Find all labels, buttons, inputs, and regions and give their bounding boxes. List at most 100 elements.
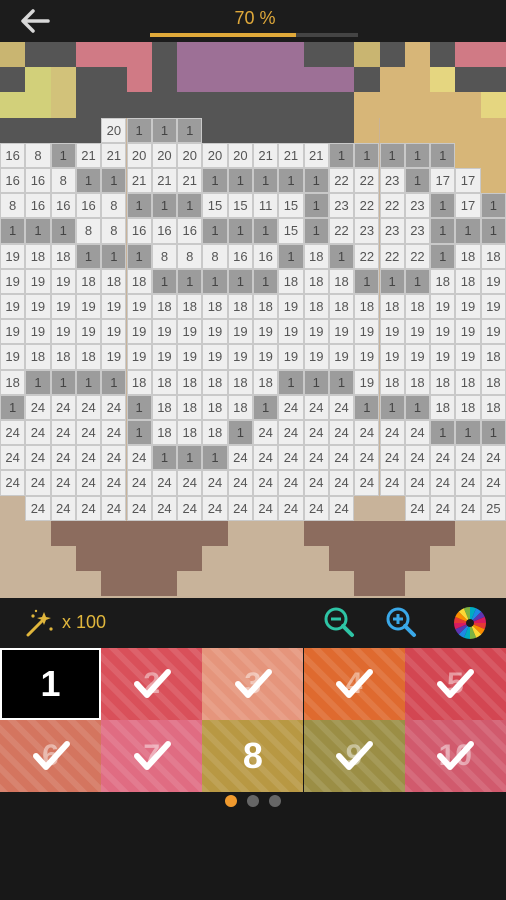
numbered-pixel-cell[interactable]: 24 — [101, 420, 127, 446]
pixel-cell[interactable] — [480, 67, 506, 93]
numbered-pixel-cell[interactable]: 24 — [151, 495, 178, 521]
numbered-pixel-cell[interactable]: 21 — [75, 142, 102, 168]
numbered-pixel-cell[interactable]: 23 — [404, 193, 431, 219]
numbered-pixel-cell[interactable]: 16 — [0, 168, 26, 194]
pixel-cell[interactable] — [126, 67, 153, 93]
numbered-pixel-cell[interactable]: 18 — [328, 294, 355, 320]
pixel-cell[interactable] — [0, 42, 26, 68]
numbered-pixel-cell[interactable]: 24 — [480, 445, 506, 471]
numbered-pixel-cell[interactable]: 18 — [101, 268, 127, 294]
numbered-pixel-cell[interactable]: 19 — [0, 268, 26, 294]
pixel-cell[interactable] — [0, 495, 26, 521]
numbered-pixel-cell[interactable]: 18 — [455, 268, 481, 294]
pixel-cell[interactable] — [379, 92, 406, 119]
numbered-pixel-cell[interactable]: 11 — [253, 193, 279, 219]
numbered-pixel-cell[interactable]: 24 — [379, 420, 405, 446]
numbered-pixel-cell[interactable]: 19 — [278, 294, 304, 320]
numbered-pixel-cell[interactable]: 1 — [278, 243, 304, 269]
numbered-pixel-cell[interactable]: 22 — [379, 193, 405, 219]
numbered-pixel-cell[interactable]: 19 — [177, 319, 203, 345]
numbered-pixel-cell[interactable]: 24 — [303, 445, 329, 471]
pixel-cell[interactable] — [480, 117, 506, 143]
numbered-pixel-cell[interactable]: 19 — [50, 268, 76, 294]
pixel-cell[interactable] — [50, 92, 77, 119]
numbered-pixel-cell[interactable]: 20 — [126, 142, 152, 168]
pixel-cell[interactable] — [25, 92, 52, 119]
numbered-pixel-cell[interactable]: 24 — [354, 445, 380, 471]
numbered-pixel-cell[interactable]: 23 — [404, 218, 431, 244]
pixel-cell[interactable] — [0, 92, 26, 119]
pixel-cell[interactable] — [227, 42, 254, 68]
pixel-cell[interactable] — [75, 117, 102, 143]
numbered-pixel-cell[interactable]: 24 — [126, 470, 152, 496]
numbered-pixel-cell[interactable]: 24 — [0, 445, 26, 471]
numbered-pixel-cell[interactable]: 19 — [278, 319, 304, 345]
pixel-cell[interactable] — [253, 67, 279, 93]
numbered-pixel-cell[interactable]: 19 — [0, 243, 26, 269]
numbered-pixel-cell[interactable]: 18 — [126, 268, 152, 294]
pixel-cell[interactable] — [126, 42, 153, 68]
numbered-pixel-cell[interactable]: 19 — [50, 319, 76, 345]
numbered-pixel-cell[interactable]: 21 — [253, 142, 279, 168]
color-swatch-10[interactable]: 10 — [404, 720, 506, 792]
numbered-pixel-cell[interactable]: 24 — [303, 420, 329, 446]
numbered-pixel-cell[interactable]: 18 — [25, 243, 51, 269]
numbered-pixel-cell[interactable]: 24 — [177, 470, 203, 496]
pixel-cell[interactable] — [354, 117, 380, 143]
numbered-pixel-cell[interactable]: 8 — [75, 218, 102, 244]
pixel-canvas[interactable]: 20 1 1 1 16 8 1 21 21 20 20 20 20 20 21 21 21 1 1 1 1 1 16 16 8 1… — [0, 42, 506, 598]
numbered-pixel-cell[interactable]: 19 — [126, 319, 152, 345]
numbered-pixel-cell[interactable]: 19 — [354, 319, 380, 345]
pixel-cell[interactable] — [354, 92, 380, 119]
numbered-pixel-cell[interactable]: 1 — [202, 445, 228, 471]
numbered-pixel-cell[interactable]: 1 — [354, 142, 380, 168]
numbered-pixel-cell[interactable]: 19 — [101, 344, 127, 370]
numbered-pixel-cell[interactable]: 24 — [455, 470, 481, 496]
numbered-pixel-cell[interactable]: 18 — [177, 369, 203, 395]
numbered-pixel-cell[interactable]: 16 — [227, 243, 253, 269]
numbered-pixel-cell[interactable]: 18 — [177, 294, 203, 320]
numbered-pixel-cell[interactable]: 8 — [151, 243, 178, 269]
numbered-pixel-cell[interactable]: 18 — [455, 394, 481, 420]
numbered-pixel-cell[interactable]: 1 — [25, 218, 51, 244]
numbered-pixel-cell[interactable]: 19 — [404, 319, 431, 345]
numbered-pixel-cell[interactable]: 1 — [253, 394, 279, 420]
numbered-pixel-cell[interactable]: 21 — [303, 142, 329, 168]
numbered-pixel-cell[interactable]: 1 — [303, 193, 329, 219]
numbered-pixel-cell[interactable]: 24 — [455, 495, 481, 521]
numbered-pixel-cell[interactable]: 18 — [50, 344, 76, 370]
numbered-pixel-cell[interactable]: 21 — [177, 168, 203, 194]
numbered-pixel-cell[interactable]: 15 — [202, 193, 228, 219]
pixel-cell[interactable] — [253, 117, 279, 143]
pixel-cell[interactable] — [151, 42, 178, 68]
pixel-cell[interactable] — [430, 42, 456, 68]
numbered-pixel-cell[interactable]: 24 — [328, 420, 355, 446]
numbered-pixel-cell[interactable]: 24 — [430, 470, 456, 496]
color-wheel-icon[interactable] — [452, 605, 486, 639]
numbered-pixel-cell[interactable]: 24 — [177, 495, 203, 521]
numbered-pixel-cell[interactable]: 24 — [25, 420, 51, 446]
pixel-cell[interactable] — [126, 92, 153, 119]
numbered-pixel-cell[interactable]: 24 — [227, 470, 253, 496]
pixel-cell[interactable] — [101, 92, 127, 119]
numbered-pixel-cell[interactable]: 19 — [430, 294, 456, 320]
numbered-pixel-cell[interactable]: 19 — [278, 344, 304, 370]
numbered-pixel-cell[interactable]: 1 — [227, 420, 253, 446]
pixel-cell[interactable] — [354, 67, 380, 93]
numbered-pixel-cell[interactable]: 24 — [404, 495, 431, 521]
numbered-pixel-cell[interactable]: 19 — [227, 344, 253, 370]
numbered-pixel-cell[interactable]: 24 — [354, 420, 380, 446]
pixel-cell[interactable] — [202, 117, 228, 143]
numbered-pixel-cell[interactable]: 1 — [253, 218, 279, 244]
numbered-pixel-cell[interactable]: 1 — [177, 445, 203, 471]
numbered-pixel-cell[interactable]: 1 — [278, 168, 304, 194]
numbered-pixel-cell[interactable]: 24 — [278, 394, 304, 420]
numbered-pixel-cell[interactable]: 18 — [50, 243, 76, 269]
numbered-pixel-cell[interactable]: 1 — [50, 369, 76, 395]
pixel-cell[interactable] — [354, 42, 380, 68]
numbered-pixel-cell[interactable]: 1 — [50, 218, 76, 244]
numbered-pixel-cell[interactable]: 23 — [328, 193, 355, 219]
numbered-pixel-cell[interactable]: 1 — [0, 218, 26, 244]
pixel-cell[interactable] — [278, 117, 304, 143]
numbered-pixel-cell[interactable]: 19 — [379, 344, 405, 370]
